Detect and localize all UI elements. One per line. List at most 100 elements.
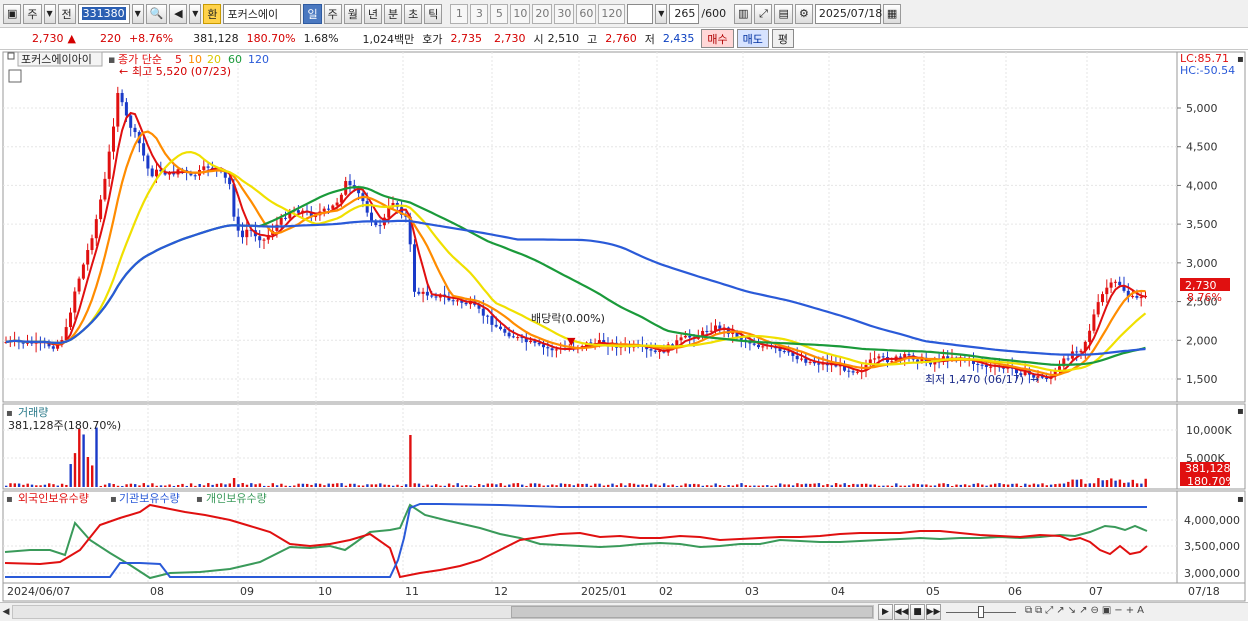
candle-body	[241, 230, 244, 238]
volume-bar	[1080, 479, 1083, 487]
holdings-close-icon[interactable]: ▪	[1237, 494, 1244, 505]
window-copy-icon[interactable]: ⧉	[1035, 605, 1042, 616]
volume-bar	[301, 483, 305, 487]
period-year-tab[interactable]: 년	[363, 3, 382, 24]
dividend-arrow-icon: ▼	[567, 335, 576, 348]
candle-body	[81, 264, 85, 279]
stop-icon[interactable]: ■	[910, 604, 925, 620]
interval-60[interactable]: 60	[576, 3, 597, 24]
interval-20[interactable]: 20	[532, 3, 553, 24]
chart-area[interactable]: 5,000 4,500 4,000 3,500 3,000 2,500 2,000 1,500…	[0, 50, 1248, 602]
speaker-dropdown-icon[interactable]: ▼	[189, 3, 202, 24]
interval-3[interactable]: 3	[470, 3, 489, 24]
screenshot-icon[interactable]: ▣	[1102, 605, 1111, 616]
code-dropdown-icon[interactable]: ▼	[131, 3, 144, 24]
market-select[interactable]: 주	[23, 3, 42, 24]
candle-body	[688, 335, 692, 338]
volume-bar	[839, 484, 842, 487]
draw-tool-icon[interactable]: ⤢	[754, 3, 773, 24]
play-icon[interactable]: ▶	[878, 604, 893, 620]
panel-close-icon[interactable]: ▪	[1237, 54, 1244, 65]
line-tool-icon[interactable]: ↘	[1068, 605, 1076, 616]
volume-bar	[817, 483, 821, 487]
volume-bar	[108, 483, 111, 487]
price-tick-label: 2,000	[1186, 334, 1218, 347]
sell-button[interactable]: 매도	[736, 29, 769, 48]
x-tick-label: 11	[405, 585, 419, 598]
zoom-plus-icon[interactable]: +	[1126, 605, 1134, 616]
period-day-tab[interactable]: 일	[303, 3, 322, 24]
interval-120[interactable]: 120	[598, 3, 626, 24]
candle-body	[120, 92, 124, 103]
trend-tool-icon[interactable]: ↗	[1056, 605, 1064, 616]
period-tick-tab[interactable]: 틱	[424, 3, 443, 24]
interval-5[interactable]: 5	[490, 3, 509, 24]
period-month-tab[interactable]: 월	[343, 3, 362, 24]
volume-bar	[766, 485, 769, 487]
volume-bar	[1127, 482, 1130, 487]
volume-bar	[1140, 483, 1143, 487]
date-input[interactable]: 2025/07/18	[814, 3, 882, 24]
count-input[interactable]: 265	[669, 3, 700, 24]
zoom-minus-icon[interactable]: −	[1114, 605, 1122, 616]
zoom-out-icon[interactable]: ⊖	[1090, 605, 1098, 616]
volume-bar	[198, 483, 201, 487]
scroll-tools: ▶ ◀◀ ■ ▶▶	[878, 604, 1016, 620]
hwan-button[interactable]: 환	[203, 3, 222, 24]
speaker-icon[interactable]: ◀	[169, 3, 188, 24]
scroll-thumb[interactable]	[511, 606, 873, 618]
period-second-tab[interactable]: 초	[404, 3, 423, 24]
interval-1[interactable]: 1	[450, 3, 469, 24]
period-week-tab[interactable]: 주	[323, 3, 342, 24]
search-icon[interactable]: 🔍	[145, 3, 168, 24]
volume-bar	[624, 485, 627, 487]
rewind-icon[interactable]: ◀◀	[894, 604, 909, 620]
zoom-slider[interactable]	[946, 604, 1016, 620]
eval-button[interactable]: 평	[771, 29, 795, 48]
interval-dropdown-icon[interactable]: ▼	[655, 3, 668, 24]
stock-code-input[interactable]: 331380	[77, 3, 130, 24]
volume-bar	[951, 485, 954, 487]
candle-type-icon[interactable]: ▥	[734, 3, 753, 24]
settings-gear-icon[interactable]: ⚙	[794, 3, 813, 24]
low-label: 저	[644, 32, 655, 46]
font-size-icon[interactable]: A	[1137, 605, 1144, 616]
chart-svg[interactable]: 5,0004,5004,0003,5003,0002,5002,0001,500…	[0, 50, 1248, 602]
top-toolbar: ▣ 주 ▼ 전 331380 ▼ 🔍 ◀ ▼ 환 포커스에이 일 주 월 년 분…	[0, 0, 1248, 28]
window-split-icon[interactable]: ⧉	[1025, 605, 1032, 616]
candle-body	[989, 366, 993, 368]
candle-body	[494, 324, 498, 327]
holdings-menu-icon[interactable]: ▪	[6, 494, 13, 505]
volume-bar	[39, 485, 42, 487]
crosshair-icon[interactable]: ⤢	[1045, 605, 1053, 616]
candle-body	[980, 364, 984, 366]
count-total: /600	[701, 7, 727, 20]
interval-30[interactable]: 30	[554, 3, 575, 24]
volume-bar	[744, 485, 747, 487]
scroll-left-icon[interactable]: ◀	[0, 605, 12, 620]
ray-tool-icon[interactable]: ↗	[1079, 605, 1087, 616]
custom-interval-input[interactable]	[627, 3, 654, 24]
volume-bar	[30, 484, 34, 487]
volume-bar	[211, 484, 214, 487]
interval-10[interactable]: 10	[510, 3, 531, 24]
chevron-down-icon[interactable]: ▼	[43, 3, 56, 24]
candle-body	[511, 336, 515, 338]
volume-menu-icon[interactable]: ▪	[6, 408, 13, 419]
all-button[interactable]: 전	[57, 3, 76, 24]
window-menu-icon[interactable]: ▣	[3, 3, 22, 24]
period-minute-tab[interactable]: 분	[383, 3, 403, 24]
candle-body	[649, 349, 653, 351]
candle-body	[348, 181, 352, 186]
grid-toggle-icon[interactable]	[8, 69, 22, 83]
candle-body	[99, 199, 103, 220]
volume-bar	[804, 483, 808, 487]
fast-forward-icon[interactable]: ▶▶	[926, 604, 941, 620]
stock-name-field[interactable]: 포커스에이	[223, 3, 302, 24]
buy-button[interactable]: 매수	[701, 29, 734, 48]
calendar-icon[interactable]: ▦	[882, 3, 902, 24]
save-icon[interactable]: ▤	[774, 3, 793, 24]
scroll-track[interactable]	[12, 605, 874, 619]
volume-close-icon[interactable]: ▪	[1237, 406, 1244, 417]
volume-bar	[551, 484, 554, 487]
